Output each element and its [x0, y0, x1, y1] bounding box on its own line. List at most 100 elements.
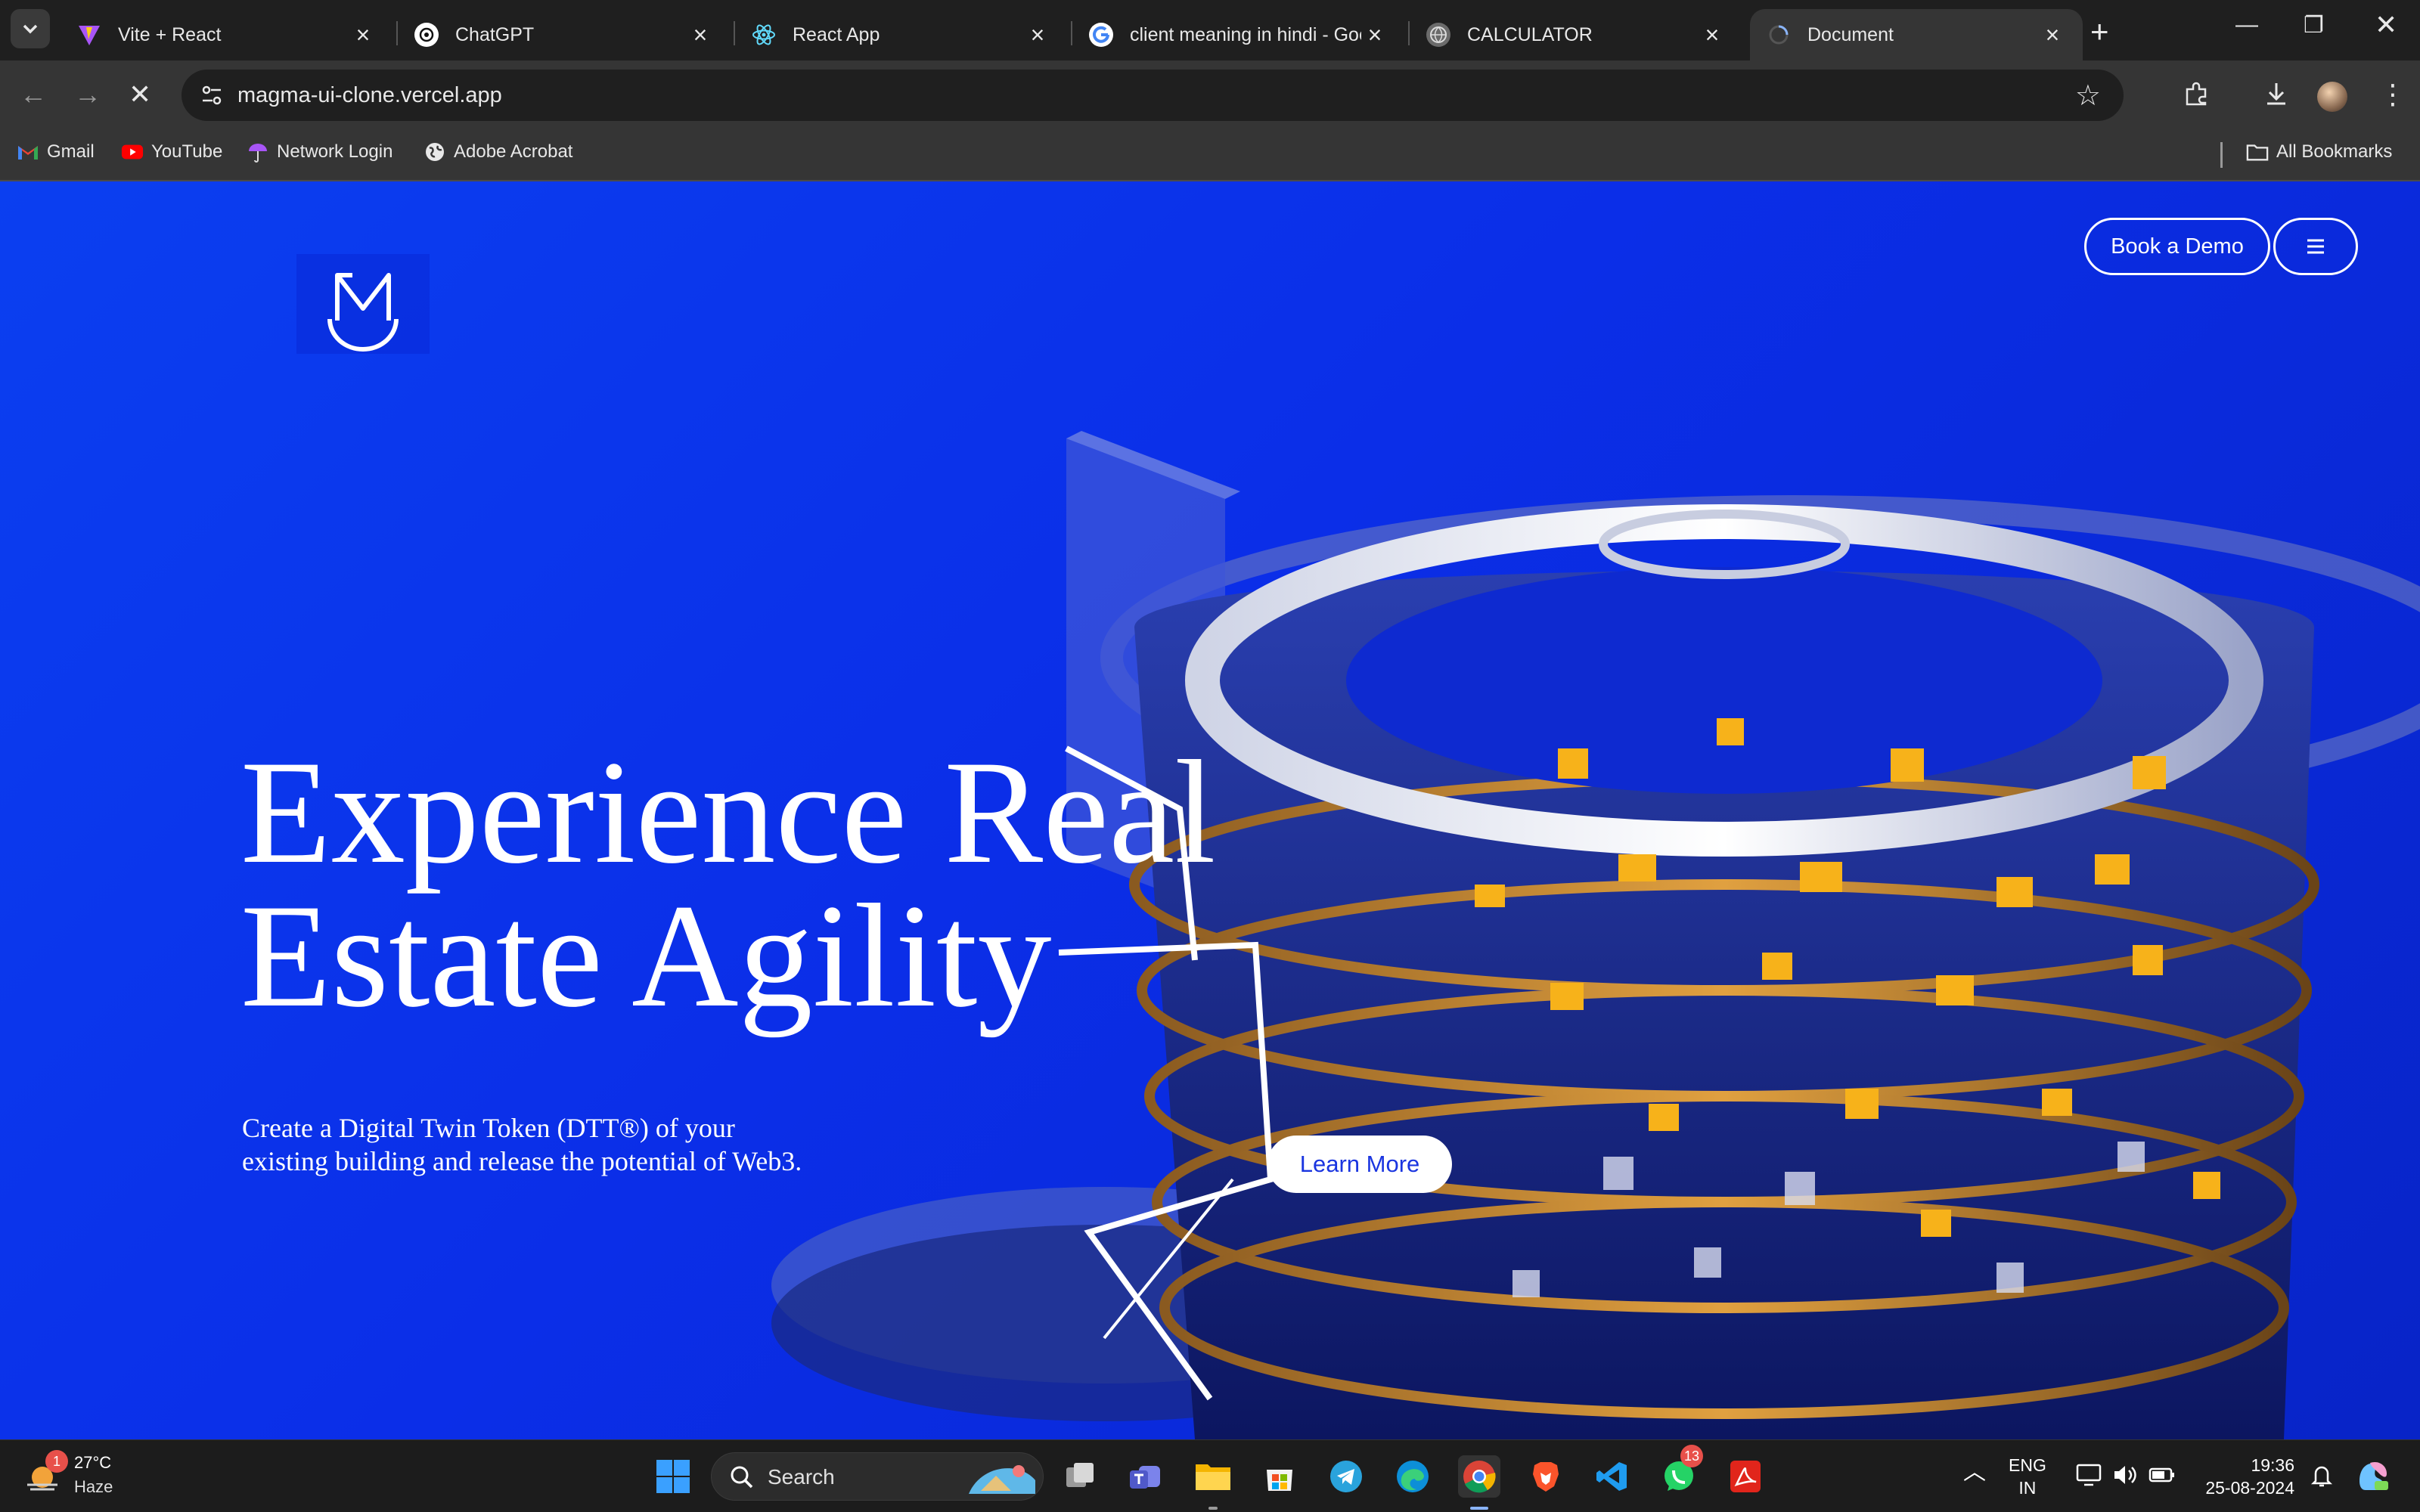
tab-title: client meaning in hindi - Goo [1130, 23, 1361, 45]
tab-google-search[interactable]: client meaning in hindi - Goo × [1072, 9, 1405, 60]
all-bookmarks-button[interactable]: All Bookmarks [2246, 141, 2392, 163]
globe-icon [1426, 23, 1450, 47]
download-icon[interactable] [2261, 79, 2291, 116]
battery-icon[interactable] [2148, 1463, 2176, 1492]
language-line2: IN [2018, 1478, 2037, 1498]
new-tab-button[interactable]: + [2090, 14, 2109, 50]
tab-react-app[interactable]: React App × [735, 9, 1068, 60]
weather-badge: 1 [45, 1450, 68, 1473]
clock[interactable]: 19:36 25-08-2024 [2193, 1454, 2294, 1499]
clock-time: 19:36 [2251, 1455, 2294, 1475]
bookmarks-bar: Gmail YouTube Network Login Adobe Acroba… [0, 129, 2420, 181]
bookmark-label: Adobe Acrobat [454, 141, 573, 162]
close-icon[interactable]: × [1361, 21, 1388, 49]
network-icon[interactable] [2075, 1463, 2102, 1492]
telegram-app[interactable] [1325, 1455, 1367, 1498]
chevron-down-icon [23, 24, 38, 34]
file-explorer-app[interactable] [1192, 1455, 1234, 1498]
volume-icon[interactable] [2111, 1463, 2139, 1492]
landing-page: Book a Demo Experience Real Estate Agili… [0, 181, 2420, 1439]
bookmark-youtube[interactable]: YouTube [121, 141, 222, 163]
weather-widget[interactable]: 1 27°C Haze [23, 1450, 113, 1499]
vscode-icon [1596, 1462, 1627, 1491]
restore-button[interactable]: ❐ [2304, 12, 2324, 39]
weather-icon: 1 [23, 1450, 68, 1495]
close-icon[interactable]: × [2039, 21, 2066, 49]
more-options-icon[interactable]: ⋮ [2379, 79, 2406, 110]
learn-more-button[interactable]: Learn More [1267, 1136, 1452, 1193]
tab-document[interactable]: Document × [1750, 9, 2083, 60]
tab-title: CALCULATOR [1467, 23, 1593, 45]
chrome-icon [1463, 1461, 1496, 1493]
close-icon[interactable]: × [349, 21, 377, 49]
tab-vite-react[interactable]: Vite + React × [60, 9, 393, 60]
bookmark-gmail[interactable]: Gmail [17, 141, 95, 163]
gmail-icon [17, 141, 39, 163]
close-icon[interactable]: × [1024, 21, 1051, 49]
clock-date: 25-08-2024 [2205, 1478, 2294, 1498]
bookmarks-divider [2220, 142, 2223, 168]
folder-icon [2246, 141, 2269, 163]
back-button[interactable]: ← [20, 79, 47, 110]
bookmark-label: Gmail [47, 141, 95, 162]
start-button[interactable] [652, 1455, 694, 1498]
magma-logo[interactable] [310, 263, 416, 354]
vite-icon [77, 23, 101, 47]
hamburger-menu-button[interactable] [2273, 218, 2358, 275]
extensions-icon[interactable] [2181, 79, 2211, 116]
search-label: Search [768, 1465, 835, 1489]
task-view-icon [1066, 1463, 1094, 1487]
minimize-button[interactable]: — [2235, 12, 2258, 38]
profile-avatar[interactable] [2317, 82, 2347, 112]
site-info-icon[interactable] [198, 82, 225, 109]
chrome-app[interactable] [1458, 1455, 1500, 1498]
notification-bell-icon[interactable] [2310, 1463, 2334, 1494]
acrobat-icon [1730, 1461, 1761, 1492]
react-icon [752, 23, 776, 47]
stop-loading-button[interactable]: ✕ [129, 79, 151, 110]
edge-app[interactable] [1392, 1455, 1434, 1498]
brave-app[interactable] [1525, 1455, 1567, 1498]
hero-headline-line2: Estate Agility [240, 874, 1052, 1038]
hero-headline-line1: Experience Real [240, 730, 1216, 894]
acrobat-app[interactable] [1724, 1455, 1767, 1498]
bookmark-adobe-acrobat[interactable]: Adobe Acrobat [424, 141, 572, 163]
whatsapp-badge: 13 [1680, 1445, 1703, 1467]
taskbar-search[interactable]: Search [711, 1452, 1044, 1501]
address-bar[interactable]: magma-ui-clone.vercel.app ☆ [182, 70, 2124, 121]
microsoft-store-app[interactable] [1258, 1455, 1301, 1498]
close-icon[interactable]: × [1699, 21, 1726, 49]
folder-icon [1196, 1464, 1230, 1490]
language-indicator[interactable]: ENG IN [2009, 1454, 2046, 1499]
search-highlight-icon [969, 1465, 1035, 1494]
tab-title: ChatGPT [455, 23, 535, 45]
tab-calculator[interactable]: CALCULATOR × [1410, 9, 1742, 60]
menu-icon [2307, 239, 2324, 254]
bookmark-label: Network Login [277, 141, 393, 162]
whatsapp-app[interactable]: 13 [1658, 1445, 1703, 1498]
tab-chatgpt[interactable]: ChatGPT × [398, 9, 731, 60]
forward-button[interactable]: → [74, 79, 101, 110]
bookmark-label: YouTube [151, 141, 223, 162]
hero-subtext: Create a Digital Twin Token (DTT®) of yo… [242, 1113, 802, 1176]
show-hidden-icons-button[interactable]: ︿ [1963, 1461, 1986, 1484]
close-icon[interactable]: × [687, 21, 714, 49]
teams-icon [1130, 1466, 1160, 1489]
tab-search-button[interactable] [11, 9, 50, 48]
bookmark-label: All Bookmarks [2276, 141, 2393, 162]
teams-app[interactable] [1125, 1455, 1168, 1498]
task-view-button[interactable] [1059, 1455, 1101, 1498]
active-indicator [1470, 1507, 1488, 1510]
bookmark-star-icon[interactable]: ☆ [2075, 79, 2101, 113]
windows-icon [656, 1460, 690, 1493]
bookmark-network-login[interactable]: Network Login [247, 141, 392, 163]
vscode-app[interactable] [1591, 1455, 1634, 1498]
book-demo-button[interactable]: Book a Demo [2084, 218, 2270, 275]
close-window-button[interactable]: ✕ [2375, 9, 2397, 41]
tab-title: Document [1807, 23, 1894, 45]
browser-toolbar: ← → ✕ magma-ui-clone.vercel.app ☆ ⋮ [0, 60, 2420, 129]
running-indicator [1208, 1507, 1218, 1510]
windows-taskbar: 1 27°C Haze Search 13 ︿ ENG IN 19:36 25-… [0, 1439, 2420, 1512]
tab-title: Vite + React [118, 23, 222, 45]
copilot-icon[interactable] [2355, 1458, 2391, 1498]
